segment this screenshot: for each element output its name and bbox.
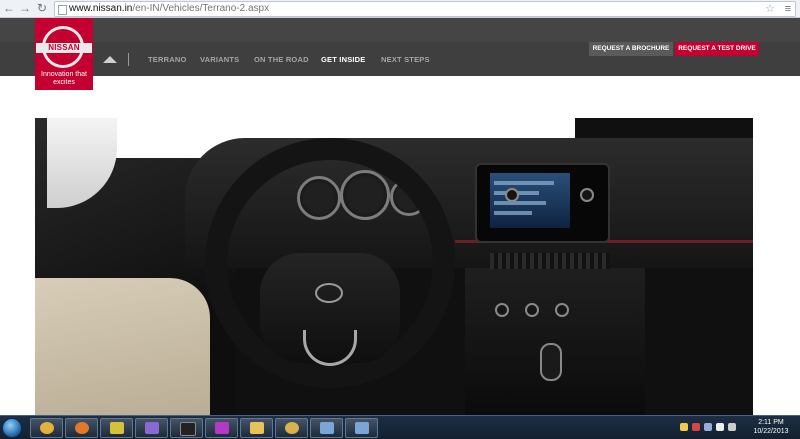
- request-brochure-button[interactable]: REQUEST A BROCHURE: [589, 42, 673, 56]
- window-icon-2: [355, 422, 369, 434]
- taskbar-app-cmd[interactable]: [170, 418, 203, 438]
- url-text: www.nissan.in/en-IN/Vehicles/Terrano-2.a…: [69, 2, 269, 16]
- climate-knob-center: [525, 303, 539, 317]
- menu-icon[interactable]: ≡: [785, 2, 791, 16]
- infotainment-screen: [490, 173, 570, 228]
- firefox-icon: [75, 422, 89, 434]
- nissan-logo[interactable]: NISSAN Innovation that excites: [35, 18, 93, 90]
- taskbar-app-settings[interactable]: [135, 418, 168, 438]
- settings-icon: [145, 422, 159, 434]
- reload-button[interactable]: ↻: [35, 1, 49, 15]
- arrow-right-icon: →: [19, 1, 31, 15]
- winamp-icon: [110, 422, 124, 434]
- folder-icon: [250, 422, 264, 434]
- page-icon: [58, 5, 67, 15]
- cmd-icon: [180, 422, 196, 436]
- start-button-icon[interactable]: [2, 418, 22, 438]
- nav-item-variants[interactable]: VARIANTS: [200, 55, 239, 65]
- arrow-left-icon: ←: [3, 1, 15, 15]
- volume-knob: [505, 188, 519, 202]
- screen-row: [494, 201, 546, 205]
- logo-tagline: Innovation that excites: [41, 71, 87, 86]
- gear-shifter: [540, 343, 562, 381]
- tray-icon[interactable]: [680, 423, 688, 431]
- taskbar-app-paint[interactable]: [205, 418, 238, 438]
- taskbar-app-chrome[interactable]: [30, 418, 63, 438]
- url-path: /en-IN/Vehicles/Terrano-2.aspx: [132, 3, 270, 14]
- clock-time: 2:11 PM: [758, 419, 784, 426]
- header-top-band: [0, 18, 800, 42]
- car-interior-image: [35, 118, 753, 415]
- home-icon[interactable]: [103, 56, 117, 63]
- nav-divider: [128, 53, 129, 66]
- brand-badge: [315, 283, 343, 303]
- nav-item-get-inside[interactable]: GET INSIDE: [321, 55, 366, 65]
- nav-item-terrano[interactable]: TERRANO: [148, 55, 186, 65]
- taskbar-app-window-2[interactable]: [345, 418, 378, 438]
- screen-row: [494, 181, 554, 185]
- reload-icon: ↻: [36, 1, 48, 15]
- air-vent: [490, 253, 610, 269]
- star-icon[interactable]: ☆: [765, 2, 775, 16]
- browser-toolbar: ← → ↻ www.nissan.in/en-IN/Vehicles/Terra…: [0, 0, 800, 18]
- system-tray: [680, 420, 740, 436]
- volume-icon[interactable]: [728, 423, 736, 431]
- network-icon[interactable]: [716, 423, 724, 431]
- taskbar: 2:11 PM 10/22/2013: [0, 415, 800, 439]
- request-test-drive-button[interactable]: REQUEST A TEST DRIVE: [675, 42, 759, 56]
- site-header: REQUEST A BROCHURE REQUEST A TEST DRIVE: [0, 18, 800, 76]
- chrome-icon: [40, 422, 54, 434]
- nav-item-next-steps[interactable]: NEXT STEPS: [381, 55, 430, 65]
- back-button[interactable]: ←: [2, 1, 16, 15]
- clock[interactable]: 2:11 PM 10/22/2013: [744, 418, 798, 436]
- clock-date: 10/22/2013: [753, 428, 789, 435]
- tray-icon[interactable]: [704, 423, 712, 431]
- forward-button[interactable]: →: [18, 1, 32, 15]
- tray-icon[interactable]: [692, 423, 700, 431]
- url-host: www.nissan.in: [69, 3, 133, 14]
- taskbar-app-window[interactable]: [310, 418, 343, 438]
- taskbar-app-firefox[interactable]: [65, 418, 98, 438]
- paint-icon: [215, 422, 229, 434]
- tuning-knob: [580, 188, 594, 202]
- media-icon: [285, 422, 299, 434]
- screen-row: [494, 211, 532, 215]
- center-console: [465, 268, 645, 415]
- taskbar-app-winamp[interactable]: [100, 418, 133, 438]
- window-icon: [320, 422, 334, 434]
- taskbar-app-media[interactable]: [275, 418, 308, 438]
- nav-item-on-the-road[interactable]: ON THE ROAD: [254, 55, 309, 65]
- address-bar[interactable]: www.nissan.in/en-IN/Vehicles/Terrano-2.a…: [54, 1, 796, 17]
- taskbar-app-folder[interactable]: [240, 418, 273, 438]
- logo-wordmark: NISSAN: [48, 43, 80, 52]
- climate-knob-right: [555, 303, 569, 317]
- climate-knob-left: [495, 303, 509, 317]
- door-panel: [35, 278, 210, 415]
